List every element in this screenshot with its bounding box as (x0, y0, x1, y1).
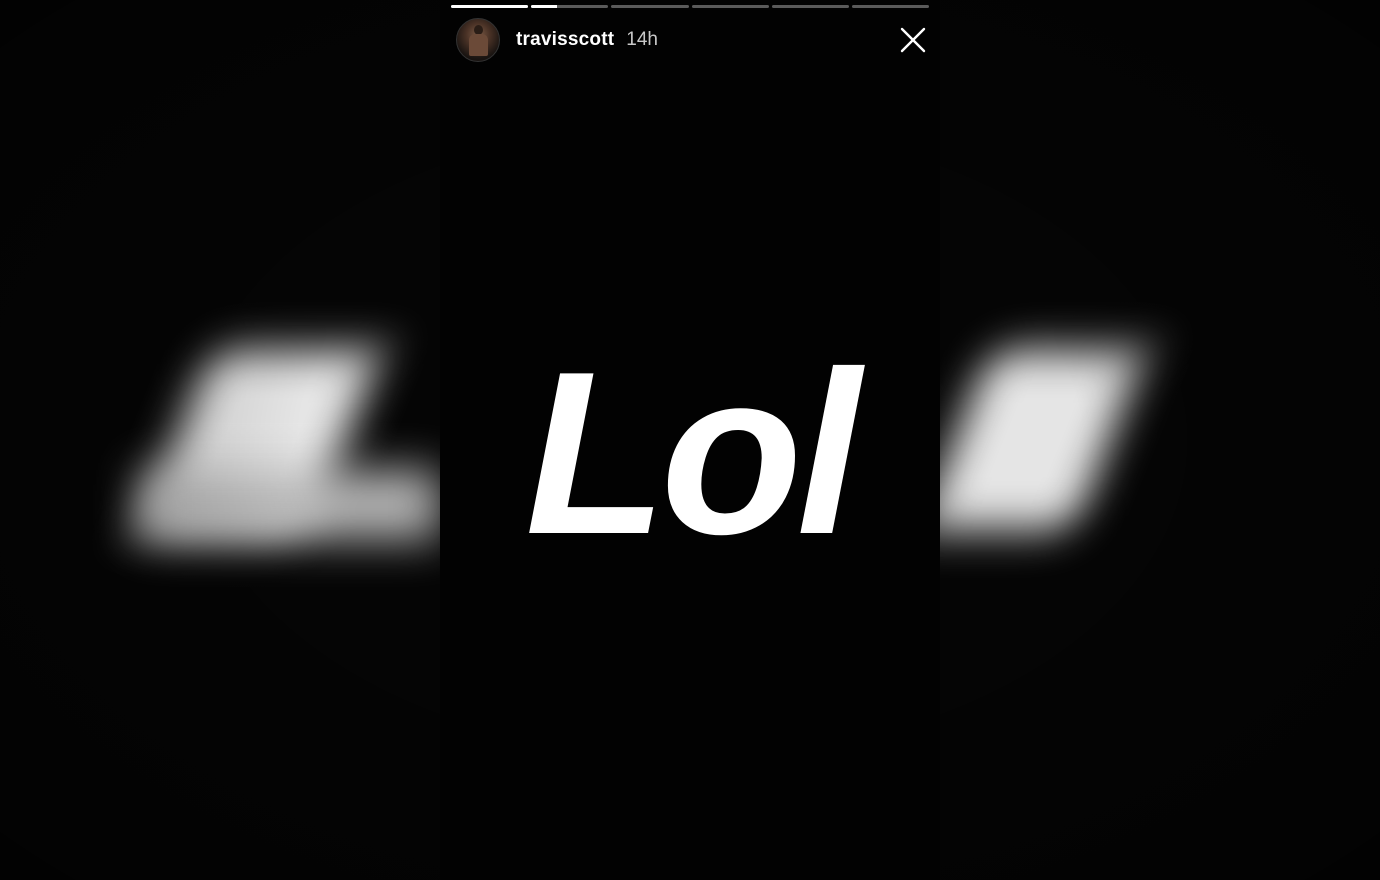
progress-segment (771, 5, 849, 8)
progress-segment (851, 5, 930, 8)
progress-fill (451, 5, 529, 8)
username-label[interactable]: travisscott (516, 29, 614, 51)
story-text-container: Lol (525, 355, 871, 545)
progress-segment (451, 5, 529, 8)
timestamp-label: 14h (626, 29, 658, 50)
progress-segment (611, 5, 689, 8)
profile-avatar[interactable] (456, 18, 500, 62)
story-progress-bar (451, 5, 930, 8)
progress-segment (691, 5, 769, 8)
story-viewer[interactable]: travisscott 14h Lol (440, 0, 940, 880)
progress-segment (531, 5, 609, 8)
close-icon (900, 27, 926, 53)
close-button[interactable] (898, 25, 928, 55)
progress-fill (531, 5, 557, 8)
story-header: travisscott 14h (456, 18, 658, 62)
story-text: Lol (525, 355, 865, 545)
